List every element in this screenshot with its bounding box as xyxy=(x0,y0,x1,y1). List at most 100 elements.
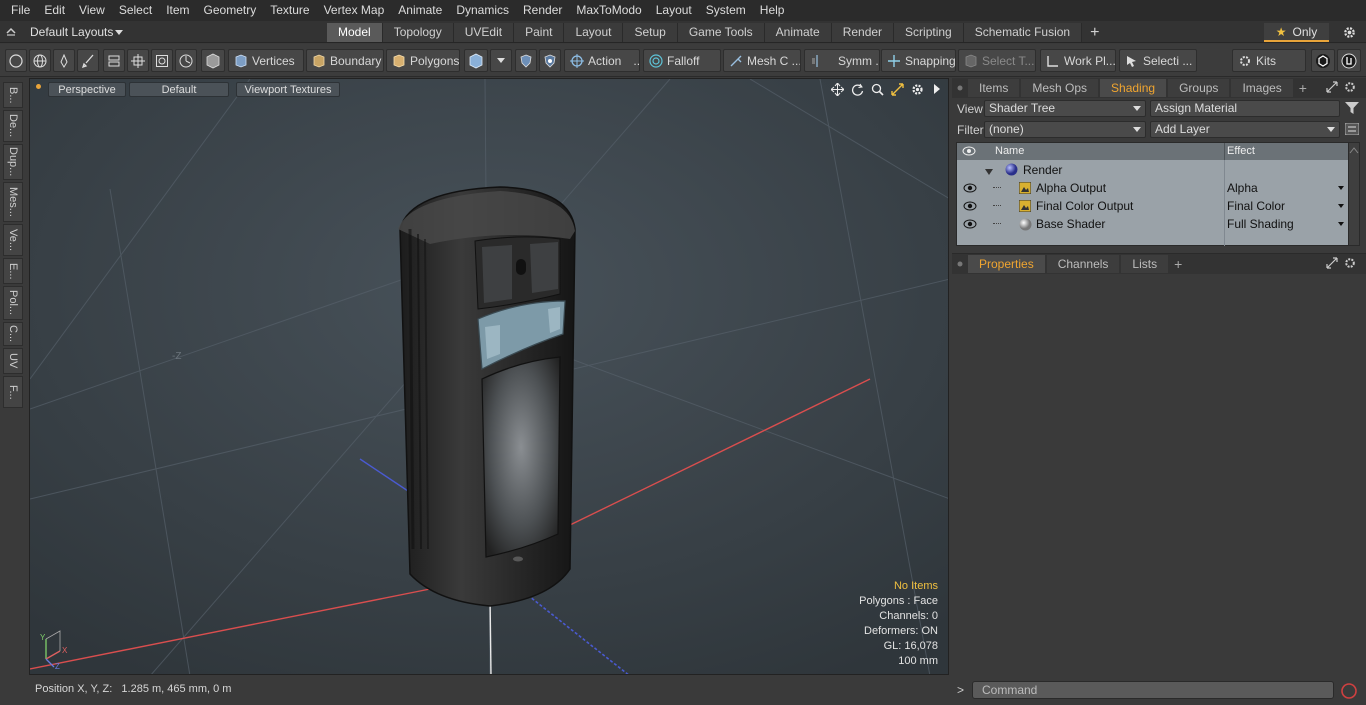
panel-maximize-icon[interactable] xyxy=(1326,257,1338,272)
boundary-button[interactable]: Boundary xyxy=(306,49,384,72)
unreal-button[interactable] xyxy=(1337,49,1361,72)
add-tab-button[interactable]: + xyxy=(1082,23,1107,42)
menu-geometry[interactable]: Geometry xyxy=(197,0,264,21)
frame-button[interactable] xyxy=(151,49,173,72)
work-plane-button[interactable]: Work Pl... xyxy=(1040,49,1116,72)
mesh-constraint-button[interactable]: Mesh C ... xyxy=(723,49,801,72)
symmetry-shield-button[interactable] xyxy=(515,49,537,72)
effect-value[interactable]: Alpha xyxy=(1227,181,1258,195)
vtab-deform[interactable]: De... xyxy=(3,110,23,142)
zoom-icon[interactable] xyxy=(869,81,885,97)
layout-selector[interactable]: Default Layouts xyxy=(6,21,124,43)
tab-topology[interactable]: Topology xyxy=(382,23,454,42)
tree-row-base-shader[interactable]: Base Shader Full Shading xyxy=(957,215,1348,233)
pen-button[interactable] xyxy=(53,49,75,72)
timer-button[interactable] xyxy=(175,49,197,72)
tab-layout[interactable]: Layout xyxy=(564,23,624,42)
shader-tree-scrollbar[interactable] xyxy=(1348,142,1360,246)
add-panel-tab-button[interactable]: + xyxy=(1299,80,1307,96)
globe-button[interactable] xyxy=(29,49,51,72)
chevron-down-icon[interactable] xyxy=(1338,222,1344,226)
menu-animate[interactable]: Animate xyxy=(391,0,449,21)
vtab-polygon[interactable]: Pol... xyxy=(3,286,23,320)
snapping-button[interactable]: Snapping xyxy=(881,49,956,72)
gear-icon[interactable] xyxy=(1338,23,1360,42)
visibility-eye-icon[interactable] xyxy=(963,218,977,230)
view-dropdown[interactable]: Shader Tree xyxy=(984,100,1146,117)
tab-paint[interactable]: Paint xyxy=(514,23,565,42)
selection-sets-button[interactable]: Selecti ... xyxy=(1119,49,1197,72)
expand-triangle-icon[interactable] xyxy=(985,165,993,179)
tab-images[interactable]: Images xyxy=(1231,79,1293,97)
add-layer-dropdown[interactable]: Add Layer xyxy=(1150,121,1340,138)
tab-groups[interactable]: Groups xyxy=(1168,79,1230,97)
viewport-menu-arrow-icon[interactable] xyxy=(929,81,945,97)
panel-maximize-icon[interactable] xyxy=(1326,81,1338,96)
viewport-textures-button[interactable]: Viewport Textures xyxy=(236,82,340,97)
vtab-vertex[interactable]: Ve... xyxy=(3,224,23,256)
menu-render[interactable]: Render xyxy=(516,0,569,21)
menu-edit[interactable]: Edit xyxy=(37,0,72,21)
only-toggle[interactable]: ★ Only xyxy=(1264,23,1329,42)
assign-material-button[interactable]: Assign Material xyxy=(1150,100,1340,117)
visibility-eye-icon[interactable] xyxy=(963,200,977,212)
tab-properties[interactable]: Properties xyxy=(968,255,1045,273)
tab-model[interactable]: Model xyxy=(327,23,383,42)
default-style-button[interactable]: Default xyxy=(129,82,229,97)
command-input[interactable]: Command xyxy=(972,681,1334,699)
layer-options-icon[interactable] xyxy=(1344,122,1360,138)
vtab-uv[interactable]: UV xyxy=(3,348,23,374)
mode-dropdown-button[interactable] xyxy=(490,49,512,72)
tab-animate[interactable]: Animate xyxy=(764,23,832,42)
symmetry-button[interactable]: Symm ... xyxy=(804,49,880,72)
menu-item[interactable]: Item xyxy=(159,0,196,21)
record-icon[interactable] xyxy=(1340,682,1358,703)
panel-gear-icon[interactable] xyxy=(1344,257,1356,272)
menu-maxtomodo[interactable]: MaxToModo xyxy=(569,0,648,21)
menu-view[interactable]: View xyxy=(72,0,112,21)
vertices-button[interactable]: Vertices xyxy=(228,49,304,72)
shield-alt-button[interactable] xyxy=(539,49,561,72)
viewport-gear-icon[interactable] xyxy=(909,81,925,97)
item-mode-button[interactable] xyxy=(201,49,225,72)
unity-button[interactable] xyxy=(1311,49,1335,72)
tab-uvedit[interactable]: UVEdit xyxy=(453,23,515,42)
tab-lists[interactable]: Lists xyxy=(1121,255,1169,273)
select-through-button[interactable]: Select T... xyxy=(958,49,1036,72)
tree-row-render[interactable]: Render xyxy=(957,161,1348,179)
tab-shading[interactable]: Shading xyxy=(1100,79,1167,97)
rotate-icon[interactable] xyxy=(849,81,865,97)
effect-value[interactable]: Final Color xyxy=(1227,199,1285,213)
filter-dropdown[interactable]: (none) xyxy=(984,121,1146,138)
vtab-curve[interactable]: C... xyxy=(3,322,23,346)
menu-dynamics[interactable]: Dynamics xyxy=(449,0,516,21)
vtab-fusion[interactable]: F... xyxy=(3,376,23,408)
tree-row-alpha-output[interactable]: Alpha Output Alpha xyxy=(957,179,1348,197)
scroll-up-icon[interactable] xyxy=(1349,146,1359,154)
tab-game-tools[interactable]: Game Tools xyxy=(677,23,765,42)
brush-button[interactable] xyxy=(77,49,99,72)
polygons-button[interactable]: Polygons xyxy=(386,49,460,72)
vtab-basic[interactable]: B... xyxy=(3,82,23,108)
menu-vertex-map[interactable]: Vertex Map xyxy=(317,0,392,21)
perspective-button[interactable]: Perspective xyxy=(48,82,126,97)
falloff-button[interactable]: Falloff xyxy=(643,49,721,72)
tab-setup[interactable]: Setup xyxy=(623,23,678,42)
panel-gear-icon[interactable] xyxy=(1344,81,1356,96)
tab-render[interactable]: Render xyxy=(831,23,895,42)
pan-icon[interactable] xyxy=(829,81,845,97)
layout-expand-icon[interactable] xyxy=(6,25,16,39)
column-effect-header[interactable]: Effect xyxy=(1227,145,1255,157)
menu-select[interactable]: Select xyxy=(112,0,159,21)
menu-help[interactable]: Help xyxy=(753,0,792,21)
menu-file[interactable]: File xyxy=(4,0,37,21)
tab-mesh-ops[interactable]: Mesh Ops xyxy=(1021,79,1099,97)
action-center-button[interactable]: Action ... xyxy=(564,49,640,72)
material-mode-button[interactable] xyxy=(464,49,488,72)
align-button[interactable] xyxy=(103,49,125,72)
filter-funnel-icon[interactable] xyxy=(1345,102,1359,117)
visibility-eye-icon[interactable] xyxy=(963,182,977,194)
vtab-mesh-edit[interactable]: Mes... xyxy=(3,182,23,222)
menu-system[interactable]: System xyxy=(699,0,753,21)
add-properties-tab-button[interactable]: + xyxy=(1174,256,1182,272)
